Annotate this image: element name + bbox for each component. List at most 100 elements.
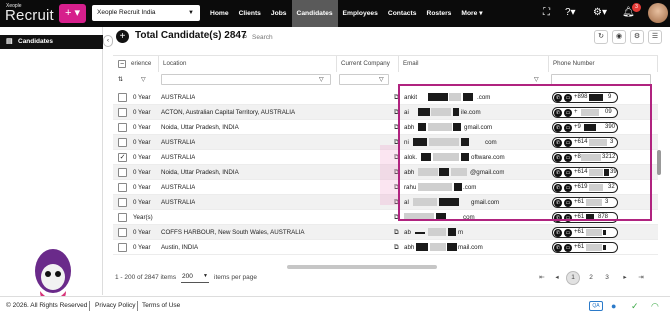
nav-more[interactable]: More ▾: [456, 0, 487, 27]
row-checkbox[interactable]: [118, 228, 127, 237]
vertical-scrollbar[interactable]: [657, 150, 661, 175]
redaction-block: [415, 232, 425, 234]
page-2-button[interactable]: 2: [584, 271, 598, 285]
location-cell: Noida, Uttar Pradesh, INDIA: [161, 169, 239, 176]
filter-icon[interactable]: ▽: [379, 76, 384, 83]
column-header-experience[interactable]: erience: [127, 56, 159, 72]
sms-icon[interactable]: ▭: [564, 244, 572, 252]
gear-icon[interactable]: ⚙▾: [593, 6, 607, 20]
last-page-button[interactable]: ⇥: [634, 271, 648, 285]
nav-contacts[interactable]: Contacts: [383, 0, 422, 27]
filter-icon[interactable]: ▽: [141, 76, 146, 83]
phone-pill[interactable]: ✆ ▭ +61: [552, 242, 618, 253]
search-icon: ⌕: [243, 32, 248, 41]
sms-icon[interactable]: ▭: [564, 229, 572, 237]
user-avatar[interactable]: [648, 3, 668, 23]
location-cell: AUSTRALIA: [161, 94, 196, 101]
row-checkbox[interactable]: [118, 93, 127, 102]
nav-rosters[interactable]: Rosters: [421, 0, 456, 27]
column-header-email[interactable]: Email: [399, 56, 549, 72]
email-cell-end[interactable]: m: [458, 225, 463, 240]
experience-cell: 0 Year: [133, 124, 151, 131]
selection-glow: [380, 145, 400, 205]
organization-select[interactable]: Xeople Recruit India ▼: [92, 5, 200, 21]
sort-icon[interactable]: ⇅: [118, 76, 123, 83]
location-cell: ACTON, Australian Capital Territory, AUS…: [161, 109, 296, 116]
filter-icon[interactable]: ▽: [319, 76, 324, 83]
table-row[interactable]: 0 Year Austin, INDIA ⧉ abh mail.com ✆ ▭ …: [113, 240, 658, 255]
horizontal-scrollbar[interactable]: [287, 265, 437, 269]
table-row[interactable]: 0 Year COFFS HARBOUR, New South Wales, A…: [113, 225, 658, 240]
column-header-phone[interactable]: Phone Number: [549, 56, 658, 72]
chevron-down-icon: ▼: [188, 10, 194, 16]
column-header-location[interactable]: Location: [159, 56, 337, 72]
add-candidate-button[interactable]: +: [116, 30, 129, 43]
page-3-button[interactable]: 3: [600, 271, 614, 285]
row-checkbox[interactable]: [118, 138, 127, 147]
row-checkbox[interactable]: [118, 213, 127, 222]
row-checkbox[interactable]: [118, 198, 127, 207]
nav-home[interactable]: Home: [205, 0, 234, 27]
phone-icon[interactable]: ✆: [554, 229, 562, 237]
logo-brand[interactable]: Recruit: [5, 8, 54, 23]
nav-jobs[interactable]: Jobs: [266, 0, 292, 27]
sidebar-collapse-button[interactable]: ‹: [103, 35, 113, 47]
experience-cell: 0 Year: [133, 154, 151, 161]
per-page-select[interactable]: 200 ▼: [181, 273, 209, 283]
page-1-button[interactable]: 1: [566, 271, 580, 285]
experience-cell: 0 Year: [133, 109, 151, 116]
candidates-list-icon: ▤: [6, 38, 13, 45]
page-title: Total Candidate(s) 2847: [135, 30, 247, 41]
row-checkbox-checked[interactable]: ✓: [118, 153, 127, 162]
row-checkbox[interactable]: [118, 123, 127, 132]
sidebar: ▤ Candidates: [0, 27, 103, 311]
phone-number-start: +61: [574, 229, 585, 235]
copy-icon[interactable]: ⧉: [394, 240, 399, 255]
view-toggle-button[interactable]: ◉: [612, 30, 626, 44]
email-cell-start[interactable]: abh: [404, 240, 414, 255]
row-checkbox[interactable]: [118, 183, 127, 192]
qa-badge[interactable]: QA: [589, 301, 603, 311]
quick-add-button[interactable]: + ▾: [59, 4, 86, 23]
email-cell-end[interactable]: mail.com: [458, 240, 483, 255]
sidebar-item-label: Candidates: [18, 38, 54, 45]
location-filter-input[interactable]: [161, 74, 331, 85]
column-settings-button[interactable]: ⚙: [630, 30, 644, 44]
prev-page-button[interactable]: ◂: [550, 271, 564, 285]
redaction-block: [448, 228, 456, 236]
phone-pill[interactable]: ✆ ▭ +61: [552, 227, 618, 238]
nav-employees[interactable]: Employees: [338, 0, 383, 27]
help-icon[interactable]: ?▾: [565, 6, 576, 20]
column-header-current-company[interactable]: Current Company: [337, 56, 399, 72]
first-page-button[interactable]: ⇤: [535, 271, 549, 285]
row-checkbox[interactable]: [118, 108, 127, 117]
email-cell-start[interactable]: ab: [404, 225, 411, 240]
copy-icon[interactable]: ⧉: [394, 225, 399, 240]
per-page-label: items per page: [214, 274, 257, 281]
row-checkbox[interactable]: [118, 243, 127, 252]
redaction-block: [603, 245, 606, 250]
sidebar-item-candidates[interactable]: ▤ Candidates: [0, 35, 103, 49]
user-circle-icon[interactable]: ●: [611, 300, 616, 312]
terms-of-use-link[interactable]: Terms of Use: [142, 302, 180, 309]
next-page-button[interactable]: ▸: [618, 271, 632, 285]
location-cell: AUSTRALIA: [161, 139, 196, 146]
check-circle-icon[interactable]: ✓: [631, 300, 639, 312]
experience-cell: 0 Year: [133, 244, 151, 251]
filter-icon[interactable]: ▽: [534, 76, 539, 83]
row-checkbox[interactable]: [118, 168, 127, 177]
menu-button[interactable]: ☰: [648, 30, 662, 44]
pager-summary: 1 - 200 of 2847 items: [115, 274, 177, 281]
nav-candidates[interactable]: Candidates: [291, 0, 338, 27]
search-input[interactable]: [252, 31, 582, 43]
privacy-policy-link[interactable]: Privacy Policy: [95, 302, 135, 309]
top-navigation-bar: Xeople Recruit + ▾ Xeople Recruit India …: [0, 0, 670, 27]
select-all-checkbox[interactable]: −: [118, 60, 126, 68]
nav-clients[interactable]: Clients: [234, 0, 266, 27]
phone-icon[interactable]: ✆: [554, 244, 562, 252]
fullscreen-icon[interactable]: ⛶: [543, 6, 550, 20]
phone-number-start: +61: [574, 244, 585, 250]
refresh-button[interactable]: ↻: [594, 30, 608, 44]
experience-cell: 0 Year: [133, 169, 151, 176]
per-page-value: 200: [182, 273, 193, 280]
